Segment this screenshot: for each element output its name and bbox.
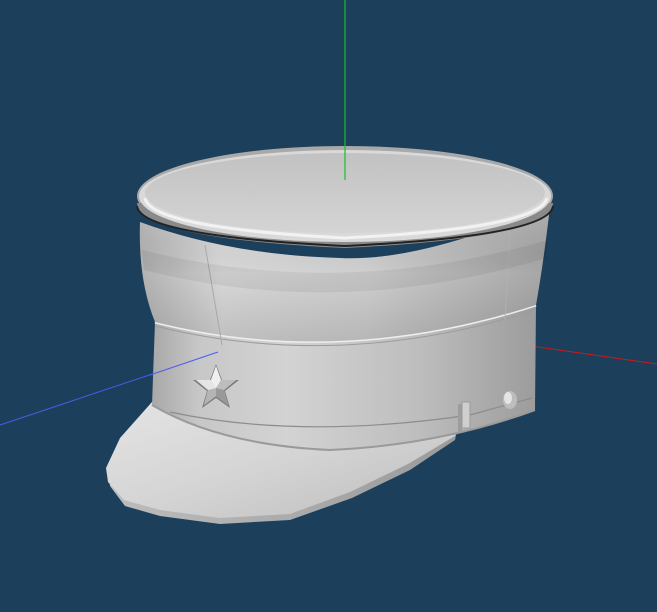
- 3d-viewport[interactable]: [0, 0, 657, 612]
- strap-buckle: [458, 401, 471, 432]
- button-icon: [503, 391, 517, 409]
- hat-model[interactable]: [106, 146, 554, 524]
- viewport-canvas[interactable]: [0, 0, 657, 612]
